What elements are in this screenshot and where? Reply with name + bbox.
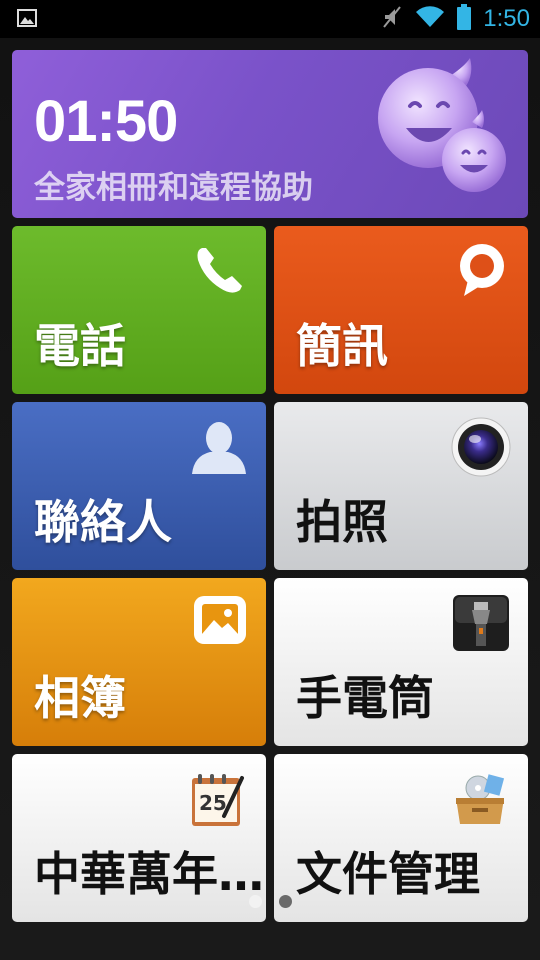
camera-lens-icon	[450, 416, 512, 482]
tile-label: 簡訊	[296, 319, 388, 373]
tile-label: 電話	[34, 319, 126, 373]
smiley-mascot-icon	[370, 56, 510, 200]
phone-icon	[192, 242, 248, 302]
tile-camera[interactable]: 拍照	[274, 402, 528, 570]
gallery-notification-icon	[17, 9, 37, 31]
message-bubble-icon	[454, 242, 510, 302]
picture-icon	[192, 594, 248, 650]
family-album-banner[interactable]: 01:50 全家相冊和遠程協助	[12, 50, 528, 218]
file-box-icon	[452, 772, 508, 832]
tile-phone[interactable]: 電話	[12, 226, 266, 394]
status-time: 1:50	[483, 5, 530, 32]
tile-label: 相簿	[34, 671, 126, 725]
status-bar: 1:50	[0, 0, 540, 38]
mute-icon	[381, 5, 403, 33]
tile-label: 手電筒	[296, 671, 434, 725]
tile-flashlight[interactable]: 手電筒	[274, 578, 528, 746]
banner-subtitle: 全家相冊和遠程協助	[34, 170, 313, 206]
banner-clock: 01:50	[34, 89, 178, 154]
tile-label: 聯絡人	[34, 495, 172, 549]
tile-label: 拍照	[296, 495, 388, 549]
calendar-icon: 25	[190, 772, 246, 832]
wifi-icon	[415, 5, 445, 33]
calendar-day: 25	[199, 791, 227, 815]
flashlight-icon	[452, 594, 510, 656]
page-dot[interactable]	[278, 895, 292, 908]
page-indicator	[0, 895, 540, 911]
page-dot-active[interactable]	[248, 895, 262, 908]
home-screen: 01:50 全家相冊和遠程協助 電話 簡訊 聯絡人 拍照 相簿 手電筒 25 中…	[0, 38, 540, 960]
tile-sms[interactable]: 簡訊	[274, 226, 528, 394]
contact-person-icon	[190, 418, 248, 480]
tile-contacts[interactable]: 聯絡人	[12, 402, 266, 570]
battery-icon	[457, 4, 472, 34]
tile-gallery[interactable]: 相簿	[12, 578, 266, 746]
